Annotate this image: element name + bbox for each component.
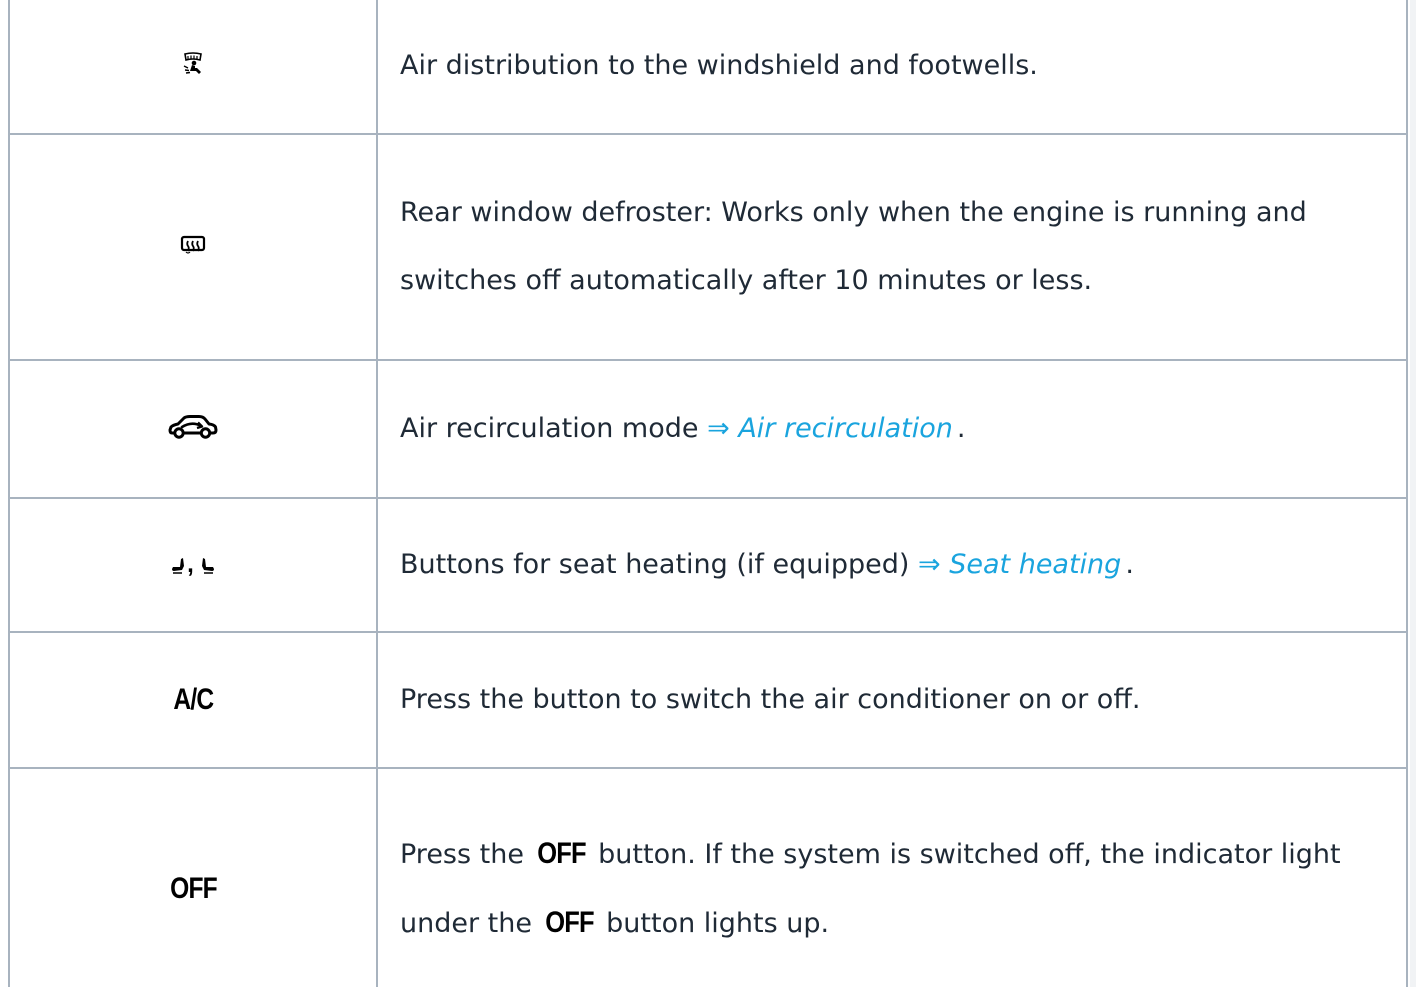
- description-text-part3: button lights up.: [606, 908, 830, 939]
- table-row: Air recirculation mode ⇒ Air recirculati…: [8, 359, 1408, 499]
- punctuation: .: [956, 413, 966, 444]
- description-text-part1: Press the: [400, 839, 524, 870]
- air-recirculation-link[interactable]: ⇒ Air recirculation: [707, 413, 953, 444]
- seat-heating-left-icon: [171, 557, 187, 579]
- description-cell: Air recirculation mode ⇒ Air recirculati…: [376, 359, 1408, 499]
- icon-separator: ,: [187, 551, 194, 578]
- air-recirculation-car-icon: [168, 414, 218, 444]
- description-cell: Press the button to switch the air condi…: [376, 631, 1408, 769]
- icon-cell: OFF: [8, 767, 378, 987]
- description-cell: Buttons for seat heating (if equipped) ⇒…: [376, 497, 1408, 633]
- seat-heating-link[interactable]: ⇒ Seat heating: [918, 549, 1121, 580]
- off-button-label: OFF: [169, 872, 218, 905]
- scrollbar-track[interactable]: [1410, 0, 1416, 987]
- inline-off-label: OFF: [536, 837, 586, 870]
- inline-off-label: OFF: [544, 906, 594, 939]
- icon-cell: A/C: [8, 631, 378, 769]
- description-text: Rear window defroster: Works only when t…: [400, 197, 1307, 296]
- seat-heating-right-icon: [199, 557, 215, 579]
- icon-cell: [8, 359, 378, 499]
- table-row: A/C Press the button to switch the air c…: [8, 631, 1408, 769]
- description-text: Air recirculation mode: [400, 413, 699, 444]
- page: Air distribution to the windshield and f…: [0, 0, 1416, 987]
- icon-cell: ,: [8, 497, 378, 633]
- description-cell: Rear window defroster: Works only when t…: [376, 133, 1408, 361]
- table-row: , Buttons for seat heating (if equipped)…: [8, 497, 1408, 633]
- table-row: Rear window defroster: Works only when t…: [8, 133, 1408, 361]
- description-text: Air distribution to the windshield and f…: [400, 50, 1038, 81]
- icon-cell: [8, 133, 378, 361]
- table-row: Air distribution to the windshield and f…: [8, 0, 1408, 135]
- climate-controls-table: Air distribution to the windshield and f…: [8, 0, 1408, 987]
- icon-cell: [8, 0, 378, 135]
- description-cell: Press the OFF button. If the system is s…: [376, 767, 1408, 987]
- description-cell: Air distribution to the windshield and f…: [376, 0, 1408, 135]
- description-text: Press the button to switch the air condi…: [400, 684, 1141, 715]
- table-row: OFF Press the OFF button. If the system …: [8, 767, 1408, 987]
- rear-window-defroster-icon: [180, 234, 206, 260]
- punctuation: .: [1125, 549, 1134, 580]
- windshield-footwell-distribution-icon: [182, 52, 204, 80]
- ac-button-label: A/C: [173, 683, 214, 716]
- description-text: Buttons for seat heating (if equipped): [400, 549, 910, 580]
